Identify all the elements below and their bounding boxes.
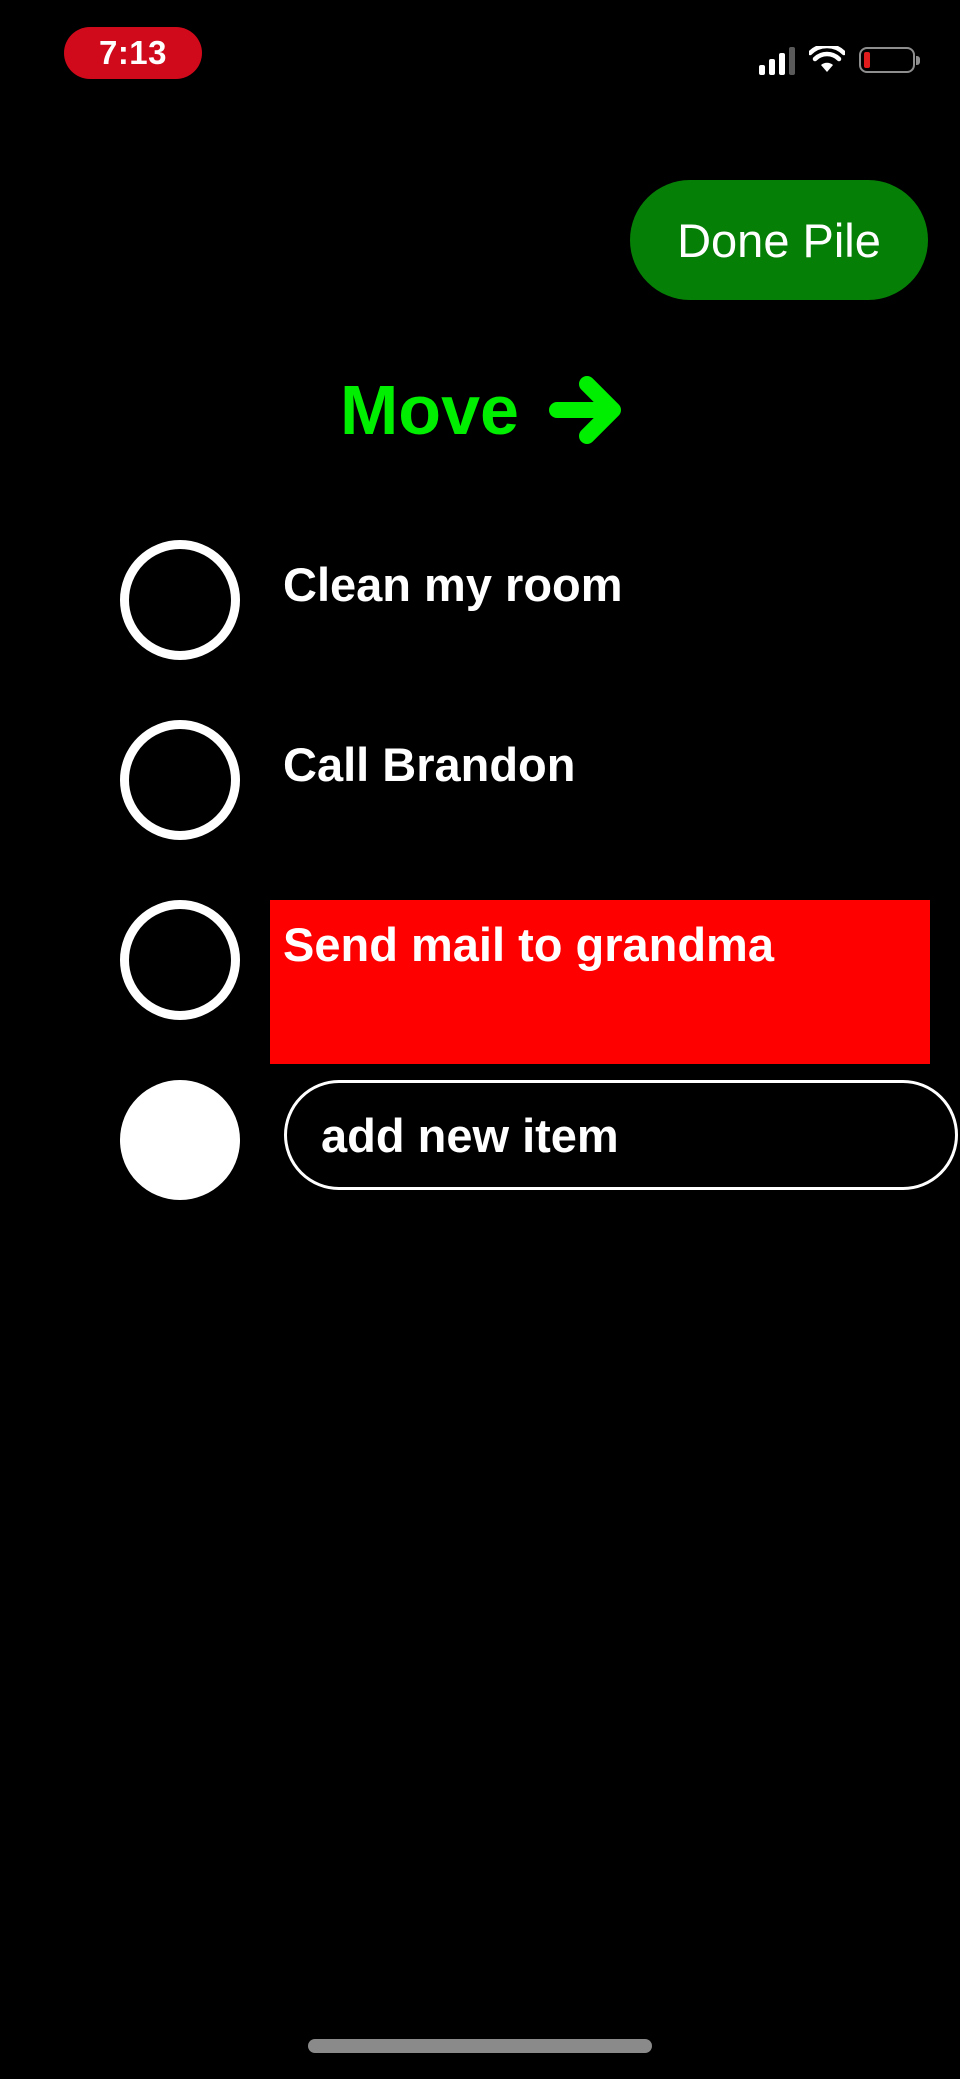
- status-icons: [759, 40, 920, 80]
- battery-low-icon: [859, 47, 920, 73]
- add-item-circle[interactable]: [120, 1080, 240, 1200]
- move-button[interactable]: Move: [340, 360, 625, 460]
- home-indicator[interactable]: [308, 2039, 652, 2053]
- task-label[interactable]: Clean my room: [283, 557, 623, 612]
- task-checkbox[interactable]: [120, 720, 240, 840]
- done-pile-button[interactable]: Done Pile: [630, 180, 928, 300]
- task-checkbox[interactable]: [120, 900, 240, 1020]
- status-time: 7:13: [64, 27, 202, 79]
- task-label[interactable]: Call Brandon: [283, 737, 575, 792]
- task-label[interactable]: Send mail to grandma: [283, 917, 774, 972]
- add-item-input[interactable]: [284, 1080, 958, 1190]
- cellular-signal-icon: [759, 45, 795, 75]
- move-label: Move: [340, 371, 519, 449]
- task-checkbox[interactable]: [120, 540, 240, 660]
- arrow-right-icon: [548, 376, 621, 444]
- wifi-icon: [809, 46, 845, 72]
